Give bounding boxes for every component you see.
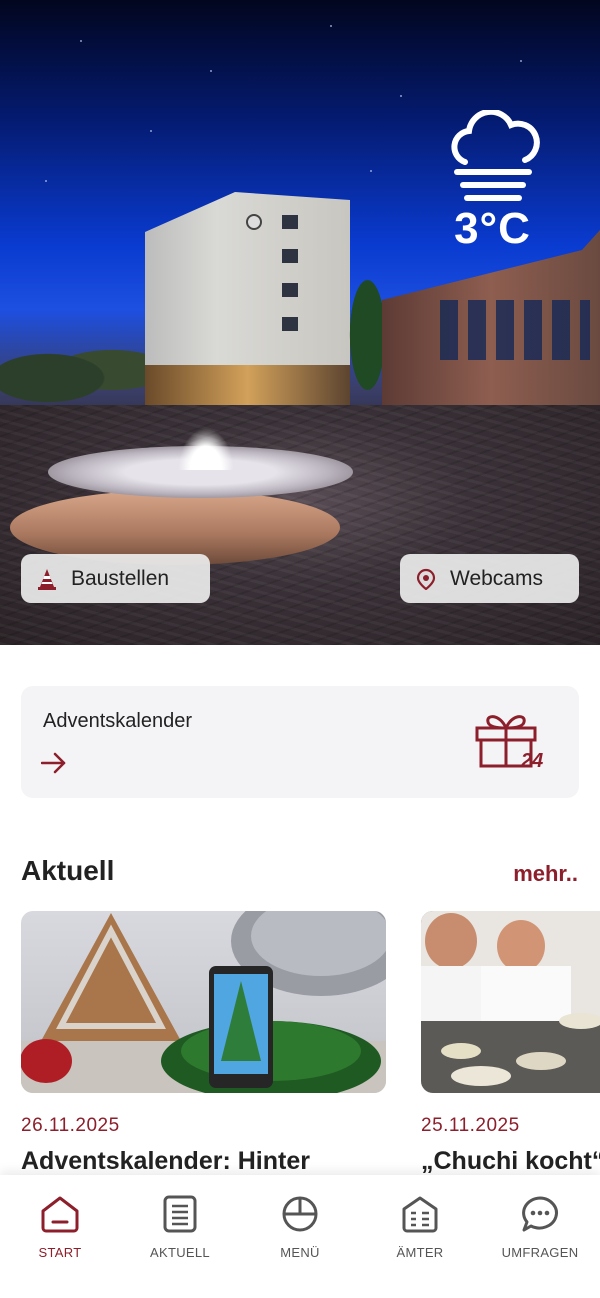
webcams-label: Webcams: [450, 566, 543, 590]
cooking-photo: [421, 911, 600, 1093]
news-date: 26.11.2025: [21, 1115, 120, 1136]
clock: [246, 214, 262, 230]
building-right-windows: [440, 300, 590, 360]
arrow-right-icon: [41, 752, 66, 774]
bottom-navigation: START AKTUELL MENÜ ÄMTER UMFRAGEN: [0, 1175, 600, 1298]
more-link[interactable]: mehr..: [513, 861, 578, 887]
news-date: 25.11.2025: [421, 1115, 520, 1136]
nav-label: UMFRAGEN: [501, 1245, 579, 1260]
section-title-aktuell: Aktuell: [21, 855, 115, 886]
nav-aemter[interactable]: ÄMTER: [360, 1175, 480, 1298]
news-title: „Chuchi kocht“: [421, 1147, 600, 1175]
offices-icon: [402, 1196, 438, 1233]
fog-cloud-icon: [450, 110, 540, 201]
temperature: 3°C: [454, 204, 531, 253]
nav-label: START: [38, 1245, 82, 1260]
trees-left: [0, 330, 160, 410]
webcams-button[interactable]: Webcams: [400, 554, 579, 603]
webcam-pin-icon: [416, 568, 436, 590]
home-icon: [41, 1196, 79, 1233]
nav-label: ÄMTER: [396, 1245, 444, 1260]
news-image: [421, 911, 600, 1093]
news-image: [21, 911, 386, 1093]
menu-circle-icon: [282, 1196, 318, 1232]
fountain-jets: [178, 428, 234, 470]
building-lobby: [145, 365, 350, 407]
news-card[interactable]: 26.11.2025 Adventskalender: Hinter: [21, 911, 386, 1176]
adventskalender-card[interactable]: Adventskalender 24: [21, 686, 579, 798]
nav-umfragen[interactable]: UMFRAGEN: [480, 1175, 600, 1298]
adventskalender-title: Adventskalender: [43, 710, 192, 732]
advent-photo: [21, 911, 386, 1093]
news-title: Adventskalender: Hinter: [21, 1147, 310, 1175]
hero-image: 3°C Baustellen Webcams: [0, 0, 600, 645]
nav-menu[interactable]: MENÜ: [240, 1175, 360, 1298]
traffic-cone-icon: [38, 568, 56, 590]
building-windows: [282, 215, 298, 229]
news-list-icon: [163, 1195, 197, 1233]
nav-label: AKTUELL: [150, 1245, 210, 1260]
nav-start[interactable]: START: [0, 1175, 120, 1298]
baustellen-button[interactable]: Baustellen: [21, 554, 210, 603]
nav-label: MENÜ: [280, 1245, 320, 1260]
news-card[interactable]: 25.11.2025 „Chuchi kocht“: [421, 911, 600, 1176]
nav-aktuell[interactable]: AKTUELL: [120, 1175, 240, 1298]
chat-bubble-icon: [522, 1196, 558, 1232]
gift-badge: 24: [521, 750, 544, 772]
baustellen-label: Baustellen: [71, 566, 170, 590]
weather-widget[interactable]: 3°C: [440, 110, 545, 254]
